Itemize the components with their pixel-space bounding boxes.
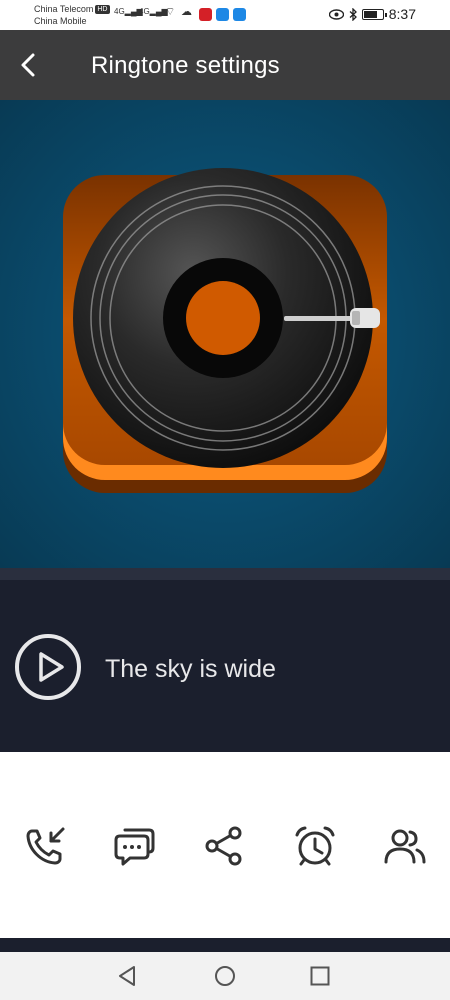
cover-artwork xyxy=(0,100,450,568)
alarm-clock-icon[interactable] xyxy=(293,824,337,868)
nav-recents-square-icon[interactable] xyxy=(308,964,332,988)
carrier-info: China Telecom HD China Mobile xyxy=(34,3,110,27)
song-title: The sky is wide xyxy=(105,655,276,683)
share-icon[interactable] xyxy=(203,824,247,868)
notification-app-icon-bulb xyxy=(233,8,246,21)
status-bar: China Telecom HD China Mobile 4G▂▄▆ 4G▂▄▆… xyxy=(0,0,450,30)
system-nav-bar xyxy=(0,952,450,1000)
wifi-icon: ⌔ xyxy=(165,6,176,18)
notification-app-icon-red xyxy=(199,8,212,21)
battery-icon xyxy=(361,8,387,20)
bluetooth-icon xyxy=(349,7,357,21)
contacts-icon[interactable] xyxy=(383,824,427,868)
status-right-group: 8:37 xyxy=(328,6,416,22)
signal-2-icon: 4G▂▄▆ xyxy=(139,7,168,16)
notification-app-icon-search xyxy=(216,8,229,21)
nav-back-triangle-icon[interactable] xyxy=(116,964,140,988)
action-panel xyxy=(0,752,450,938)
hd-badge: HD xyxy=(95,5,110,14)
cover-divider xyxy=(0,568,450,580)
nav-home-circle-icon[interactable] xyxy=(213,964,237,988)
play-circle-icon[interactable] xyxy=(14,633,82,701)
app-header: Ringtone settings xyxy=(0,30,450,100)
panel-divider xyxy=(0,938,450,952)
wechat-icon: ☁ xyxy=(181,6,192,18)
chevron-left-icon[interactable] xyxy=(14,50,44,80)
clock-time: 8:37 xyxy=(388,6,416,22)
phone-incoming-icon[interactable] xyxy=(23,824,67,868)
carrier-2-name: China Mobile xyxy=(34,16,87,26)
chat-bubble-icon[interactable] xyxy=(113,824,157,868)
vinyl-record-app-icon xyxy=(63,168,387,493)
player-row: The sky is wide xyxy=(0,580,450,752)
eye-icon xyxy=(328,8,344,20)
page-title: Ringtone settings xyxy=(91,52,280,79)
carrier-1-name: China Telecom xyxy=(34,4,94,14)
